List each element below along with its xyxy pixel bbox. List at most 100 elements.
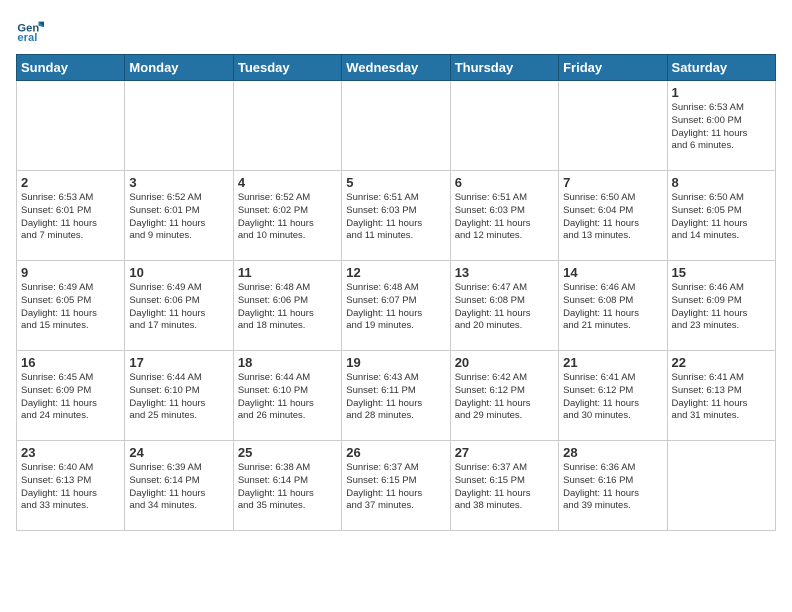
cell-info: Sunrise: 6:42 AM Sunset: 6:12 PM Dayligh… — [455, 372, 554, 423]
cal-cell — [667, 441, 775, 531]
day-header-saturday: Saturday — [667, 55, 775, 81]
cal-cell: 5Sunrise: 6:51 AM Sunset: 6:03 PM Daylig… — [342, 171, 450, 261]
cal-cell: 17 Sunrise: 6:44 AM Sunset: 6:10 PM Dayli… — [125, 351, 233, 441]
cell-info: Sunrise: 6:50 AM Sunset: 6:04 PM Dayligh… — [563, 192, 662, 243]
cal-cell: 1 Sunrise: 6:53 AM Sunset: 6:00 PM Daylig… — [667, 81, 775, 171]
day-header-sunday: Sunday — [17, 55, 125, 81]
cal-cell — [342, 81, 450, 171]
day-number: 20 — [455, 355, 554, 370]
week-row-2: 2 Sunrise: 6:53 AM Sunset: 6:01 PM Daylig… — [17, 171, 776, 261]
cell-info: Sunrise: 6:52 AM Sunset: 6:01 PM Dayligh… — [129, 192, 228, 243]
cell-info: Sunrise: 6:37 AM Sunset: 6:15 PM Dayligh… — [346, 462, 445, 513]
day-header-tuesday: Tuesday — [233, 55, 341, 81]
day-number: 4 — [238, 175, 337, 190]
day-number: 12 — [346, 265, 445, 280]
cell-info: Sunrise: 6:51 AM Sunset: 6:03 PM Dayligh… — [346, 192, 445, 243]
cal-cell: 26 Sunrise: 6:37 AM Sunset: 6:15 PM Dayli… — [342, 441, 450, 531]
week-row-5: 23 Sunrise: 6:40 AM Sunset: 6:13 PM Dayli… — [17, 441, 776, 531]
cell-info: Sunrise: 6:43 AM Sunset: 6:11 PM Dayligh… — [346, 372, 445, 423]
day-number: 23 — [21, 445, 120, 460]
cell-info: Sunrise: 6:41 AM Sunset: 6:12 PM Dayligh… — [563, 372, 662, 423]
cal-cell — [559, 81, 667, 171]
cell-info: Sunrise: 6:49 AM Sunset: 6:05 PM Dayligh… — [21, 282, 120, 333]
cal-cell: 3 Sunrise: 6:52 AM Sunset: 6:01 PM Daylig… — [125, 171, 233, 261]
day-number: 14 — [563, 265, 662, 280]
day-number: 24 — [129, 445, 228, 460]
cal-cell: 21 Sunrise: 6:41 AM Sunset: 6:12 PM Dayli… — [559, 351, 667, 441]
day-number: 7 — [563, 175, 662, 190]
cal-cell — [125, 81, 233, 171]
svg-text:eral: eral — [17, 32, 37, 44]
cal-cell: 6 Sunrise: 6:51 AM Sunset: 6:03 PM Daylig… — [450, 171, 558, 261]
cell-info: Sunrise: 6:50 AM Sunset: 6:05 PM Dayligh… — [672, 192, 771, 243]
day-number: 27 — [455, 445, 554, 460]
week-row-1: 1 Sunrise: 6:53 AM Sunset: 6:00 PM Daylig… — [17, 81, 776, 171]
cell-info: Sunrise: 6:52 AM Sunset: 6:02 PM Dayligh… — [238, 192, 337, 243]
day-number: 9 — [21, 265, 120, 280]
cell-info: Sunrise: 6:47 AM Sunset: 6:08 PM Dayligh… — [455, 282, 554, 333]
calendar-table: SundayMondayTuesdayWednesdayThursdayFrid… — [16, 54, 776, 531]
page-header: Gen eral — [16, 16, 776, 44]
day-number: 21 — [563, 355, 662, 370]
cal-cell: 9 Sunrise: 6:49 AM Sunset: 6:05 PM Daylig… — [17, 261, 125, 351]
week-row-3: 9 Sunrise: 6:49 AM Sunset: 6:05 PM Daylig… — [17, 261, 776, 351]
day-header-friday: Friday — [559, 55, 667, 81]
cal-cell: 18Sunrise: 6:44 AM Sunset: 6:10 PM Dayli… — [233, 351, 341, 441]
day-number: 16 — [21, 355, 120, 370]
cell-info: Sunrise: 6:41 AM Sunset: 6:13 PM Dayligh… — [672, 372, 771, 423]
day-number: 6 — [455, 175, 554, 190]
cal-cell: 19 Sunrise: 6:43 AM Sunset: 6:11 PM Dayli… — [342, 351, 450, 441]
day-number: 1 — [672, 85, 771, 100]
cal-cell: 13 Sunrise: 6:47 AM Sunset: 6:08 PM Dayli… — [450, 261, 558, 351]
cell-info: Sunrise: 6:38 AM Sunset: 6:14 PM Dayligh… — [238, 462, 337, 513]
cell-info: Sunrise: 6:40 AM Sunset: 6:13 PM Dayligh… — [21, 462, 120, 513]
cal-cell — [450, 81, 558, 171]
cell-info: Sunrise: 6:46 AM Sunset: 6:09 PM Dayligh… — [672, 282, 771, 333]
cal-cell: 8 Sunrise: 6:50 AM Sunset: 6:05 PM Daylig… — [667, 171, 775, 261]
cell-info: Sunrise: 6:53 AM Sunset: 6:00 PM Dayligh… — [672, 102, 771, 153]
day-number: 17 — [129, 355, 228, 370]
cell-info: Sunrise: 6:49 AM Sunset: 6:06 PM Dayligh… — [129, 282, 228, 333]
cal-cell: 12 Sunrise: 6:48 AM Sunset: 6:07 PM Dayli… — [342, 261, 450, 351]
day-number: 15 — [672, 265, 771, 280]
cal-cell: 10 Sunrise: 6:49 AM Sunset: 6:06 PM Dayli… — [125, 261, 233, 351]
day-number: 2 — [21, 175, 120, 190]
cal-cell: 27 Sunrise: 6:37 AM Sunset: 6:15 PM Dayli… — [450, 441, 558, 531]
day-number: 13 — [455, 265, 554, 280]
cell-info: Sunrise: 6:53 AM Sunset: 6:01 PM Dayligh… — [21, 192, 120, 243]
cal-cell: 23 Sunrise: 6:40 AM Sunset: 6:13 PM Dayli… — [17, 441, 125, 531]
day-number: 22 — [672, 355, 771, 370]
day-number: 19 — [346, 355, 445, 370]
cal-cell: 28 Sunrise: 6:36 AM Sunset: 6:16 PM Dayli… — [559, 441, 667, 531]
cell-info: Sunrise: 6:51 AM Sunset: 6:03 PM Dayligh… — [455, 192, 554, 243]
cell-info: Sunrise: 6:48 AM Sunset: 6:07 PM Dayligh… — [346, 282, 445, 333]
cal-cell: 2 Sunrise: 6:53 AM Sunset: 6:01 PM Daylig… — [17, 171, 125, 261]
cell-info: Sunrise: 6:44 AM Sunset: 6:10 PM Dayligh… — [129, 372, 228, 423]
day-number: 11 — [238, 265, 337, 280]
cell-info: Sunrise: 6:45 AM Sunset: 6:09 PM Dayligh… — [21, 372, 120, 423]
cal-cell: 4 Sunrise: 6:52 AM Sunset: 6:02 PM Daylig… — [233, 171, 341, 261]
logo: Gen eral — [16, 16, 48, 44]
day-number: 8 — [672, 175, 771, 190]
cell-info: Sunrise: 6:36 AM Sunset: 6:16 PM Dayligh… — [563, 462, 662, 513]
cal-cell: 25Sunrise: 6:38 AM Sunset: 6:14 PM Dayli… — [233, 441, 341, 531]
day-number: 26 — [346, 445, 445, 460]
week-row-4: 16 Sunrise: 6:45 AM Sunset: 6:09 PM Dayli… — [17, 351, 776, 441]
cal-cell: 24 Sunrise: 6:39 AM Sunset: 6:14 PM Dayli… — [125, 441, 233, 531]
cell-info: Sunrise: 6:44 AM Sunset: 6:10 PM Dayligh… — [238, 372, 337, 423]
day-number: 10 — [129, 265, 228, 280]
cal-cell: 22 Sunrise: 6:41 AM Sunset: 6:13 PM Dayli… — [667, 351, 775, 441]
cell-info: Sunrise: 6:39 AM Sunset: 6:14 PM Dayligh… — [129, 462, 228, 513]
cell-info: Sunrise: 6:48 AM Sunset: 6:06 PM Dayligh… — [238, 282, 337, 333]
header-row: SundayMondayTuesdayWednesdayThursdayFrid… — [17, 55, 776, 81]
day-number: 28 — [563, 445, 662, 460]
cal-cell: 11 Sunrise: 6:48 AM Sunset: 6:06 PM Dayli… — [233, 261, 341, 351]
cal-cell: 7 Sunrise: 6:50 AM Sunset: 6:04 PM Daylig… — [559, 171, 667, 261]
day-header-thursday: Thursday — [450, 55, 558, 81]
cal-cell: 14Sunrise: 6:46 AM Sunset: 6:08 PM Dayli… — [559, 261, 667, 351]
cal-cell: 16 Sunrise: 6:45 AM Sunset: 6:09 PM Dayli… — [17, 351, 125, 441]
cell-info: Sunrise: 6:37 AM Sunset: 6:15 PM Dayligh… — [455, 462, 554, 513]
day-number: 3 — [129, 175, 228, 190]
cal-cell: 15 Sunrise: 6:46 AM Sunset: 6:09 PM Dayli… — [667, 261, 775, 351]
cal-cell — [233, 81, 341, 171]
